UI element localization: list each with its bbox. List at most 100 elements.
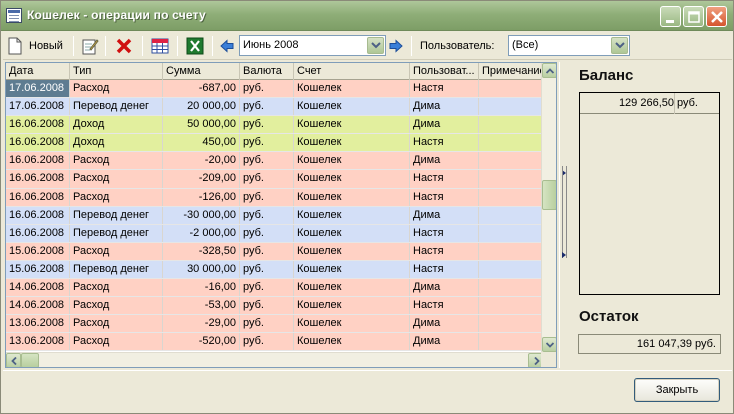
new-button[interactable]: Новый [7,35,63,57]
cell-amount: 30 000,00 [163,260,240,279]
cell-type: Перевод денег [70,206,163,224]
column-header[interactable]: Валюта [240,63,294,80]
edit-icon [82,39,99,55]
column-header[interactable]: Пользоват... [410,63,479,80]
cell-date: 14.06.2008 [6,297,70,315]
table-row[interactable]: 15.06.2008 Расход -328,50 руб. Кошелек Настя [6,242,543,261]
panel-splitter[interactable] [559,62,569,368]
scroll-up-button[interactable] [542,63,556,78]
table-row[interactable]: 17.06.2008 Расход -687,00 руб. Кошелек Настя [6,80,543,99]
prev-period-button[interactable] [220,35,234,57]
cell-type: Расход [70,80,163,98]
table-row[interactable]: 14.06.2008 Расход -16,00 руб. Кошелек Дима [6,279,543,298]
cell-user: Настя [410,188,479,206]
table-icon [151,38,169,54]
balance-title: Баланс [579,67,634,84]
cell-amount: -29,00 [163,315,240,333]
chevron-down-icon [371,42,381,49]
horizontal-scrollbar[interactable] [6,352,543,367]
table-row[interactable]: 16.06.2008 Расход -20,00 руб. Кошелек Дима [6,152,543,171]
table-row[interactable]: 17.06.2008 Перевод денег 20 000,00 руб. Коше… [6,98,543,117]
cell-note [479,260,543,279]
cell-date: 17.06.2008 [6,98,70,116]
edit-button[interactable] [81,35,99,57]
column-header[interactable]: Сумма [163,63,240,80]
delete-button[interactable] [115,35,133,57]
cell-note [479,333,543,351]
cell-account: Кошелек [294,170,410,188]
user-value: (Все) [512,39,539,51]
cell-date: 14.06.2008 [6,279,70,297]
window-title: Кошелек - операции по счету [27,8,206,22]
close-window-button[interactable] [706,6,727,27]
table-row[interactable]: 14.06.2008 Расход -53,00 руб. Кошелек Настя [6,297,543,316]
horizontal-scroll-thumb[interactable] [21,353,39,367]
cell-amount: -687,00 [163,80,240,98]
column-header[interactable]: Примечание [479,63,543,80]
cell-type: Расход [70,170,163,188]
cell-account: Кошелек [294,315,410,333]
table-row[interactable]: 13.06.2008 Расход -29,00 руб. Кошелек Дима [6,315,543,334]
table-button[interactable] [151,35,169,57]
cell-user: Настя [410,260,479,279]
cell-currency: руб. [240,206,294,224]
column-header[interactable]: Дата [6,63,70,80]
cell-amount: -16,00 [163,279,240,297]
title-bar[interactable]: Кошелек - операции по счету [1,1,733,31]
cell-user: Дима [410,98,479,116]
cell-type: Доход [70,116,163,134]
table-row[interactable]: 15.06.2008 Перевод денег 30 000,00 руб. Коше… [6,260,543,280]
chevron-right-icon [534,357,540,365]
chevron-left-icon [11,357,17,365]
cell-currency: руб. [240,134,294,152]
period-dropdown-button[interactable] [367,37,384,54]
cell-account: Кошелек [294,242,410,260]
cell-account: Кошелек [294,224,410,242]
scroll-left-button[interactable] [6,353,21,367]
table-row[interactable]: 16.06.2008 Перевод денег -2 000,00 руб. Коше… [6,224,543,243]
table-row[interactable]: 16.06.2008 Доход 450,00 руб. Кошелек Настя [6,134,543,153]
vertical-scrollbar[interactable] [541,63,556,352]
table-body: 17.06.2008 Расход -687,00 руб. Кошелек Настя 1… [6,80,543,352]
rest-title: Остаток [579,308,639,325]
vertical-scroll-thumb[interactable] [542,180,556,210]
period-value: Июнь 2008 [243,39,299,51]
cell-date: 16.06.2008 [6,206,70,224]
table-header: Дата Тип Сумма Валюта Счет Пользоват... Примеч… [6,63,543,80]
table-row[interactable]: 16.06.2008 Расход -209,00 руб. Кошелек Настя [6,170,543,189]
cell-amount: 450,00 [163,134,240,152]
cell-currency: руб. [240,224,294,242]
column-header[interactable]: Тип [70,63,163,80]
cell-account: Кошелек [294,279,410,297]
operations-table[interactable]: Дата Тип Сумма Валюта Счет Пользоват... Примеч… [5,62,557,368]
excel-export-button[interactable] [186,35,204,57]
table-row[interactable]: 13.06.2008 Расход -520,00 руб. Кошелек Дима [6,333,543,352]
chevron-up-icon [546,68,554,74]
table-row[interactable]: 16.06.2008 Доход 50 000,00 руб. Кошелек Дима [6,116,543,135]
cell-type: Расход [70,297,163,315]
cell-account: Кошелек [294,152,410,170]
maximize-button[interactable] [683,6,704,27]
arrow-right-icon [389,39,403,53]
next-period-button[interactable] [389,35,403,57]
period-select[interactable]: Июнь 2008 [239,35,386,56]
user-select[interactable]: (Все) [508,35,630,56]
cell-user: Дима [410,279,479,297]
minimize-button[interactable] [660,6,681,27]
cell-currency: руб. [240,170,294,188]
footer-divider [3,370,732,371]
delete-icon [116,38,132,54]
cell-user: Дима [410,116,479,134]
cell-user: Дима [410,333,479,351]
cell-account: Кошелек [294,134,410,152]
cell-note [479,152,543,170]
cell-account: Кошелек [294,98,410,116]
scroll-down-button[interactable] [542,337,556,352]
table-row[interactable]: 16.06.2008 Расход -126,00 руб. Кошелек Настя [6,188,543,207]
cell-note [479,170,543,188]
close-button[interactable]: Закрыть [634,378,720,402]
splitter-grip[interactable] [562,166,567,258]
table-row[interactable]: 16.06.2008 Перевод денег -30 000,00 руб. Кош… [6,206,543,225]
user-dropdown-button[interactable] [611,37,628,54]
column-header[interactable]: Счет [294,63,410,80]
